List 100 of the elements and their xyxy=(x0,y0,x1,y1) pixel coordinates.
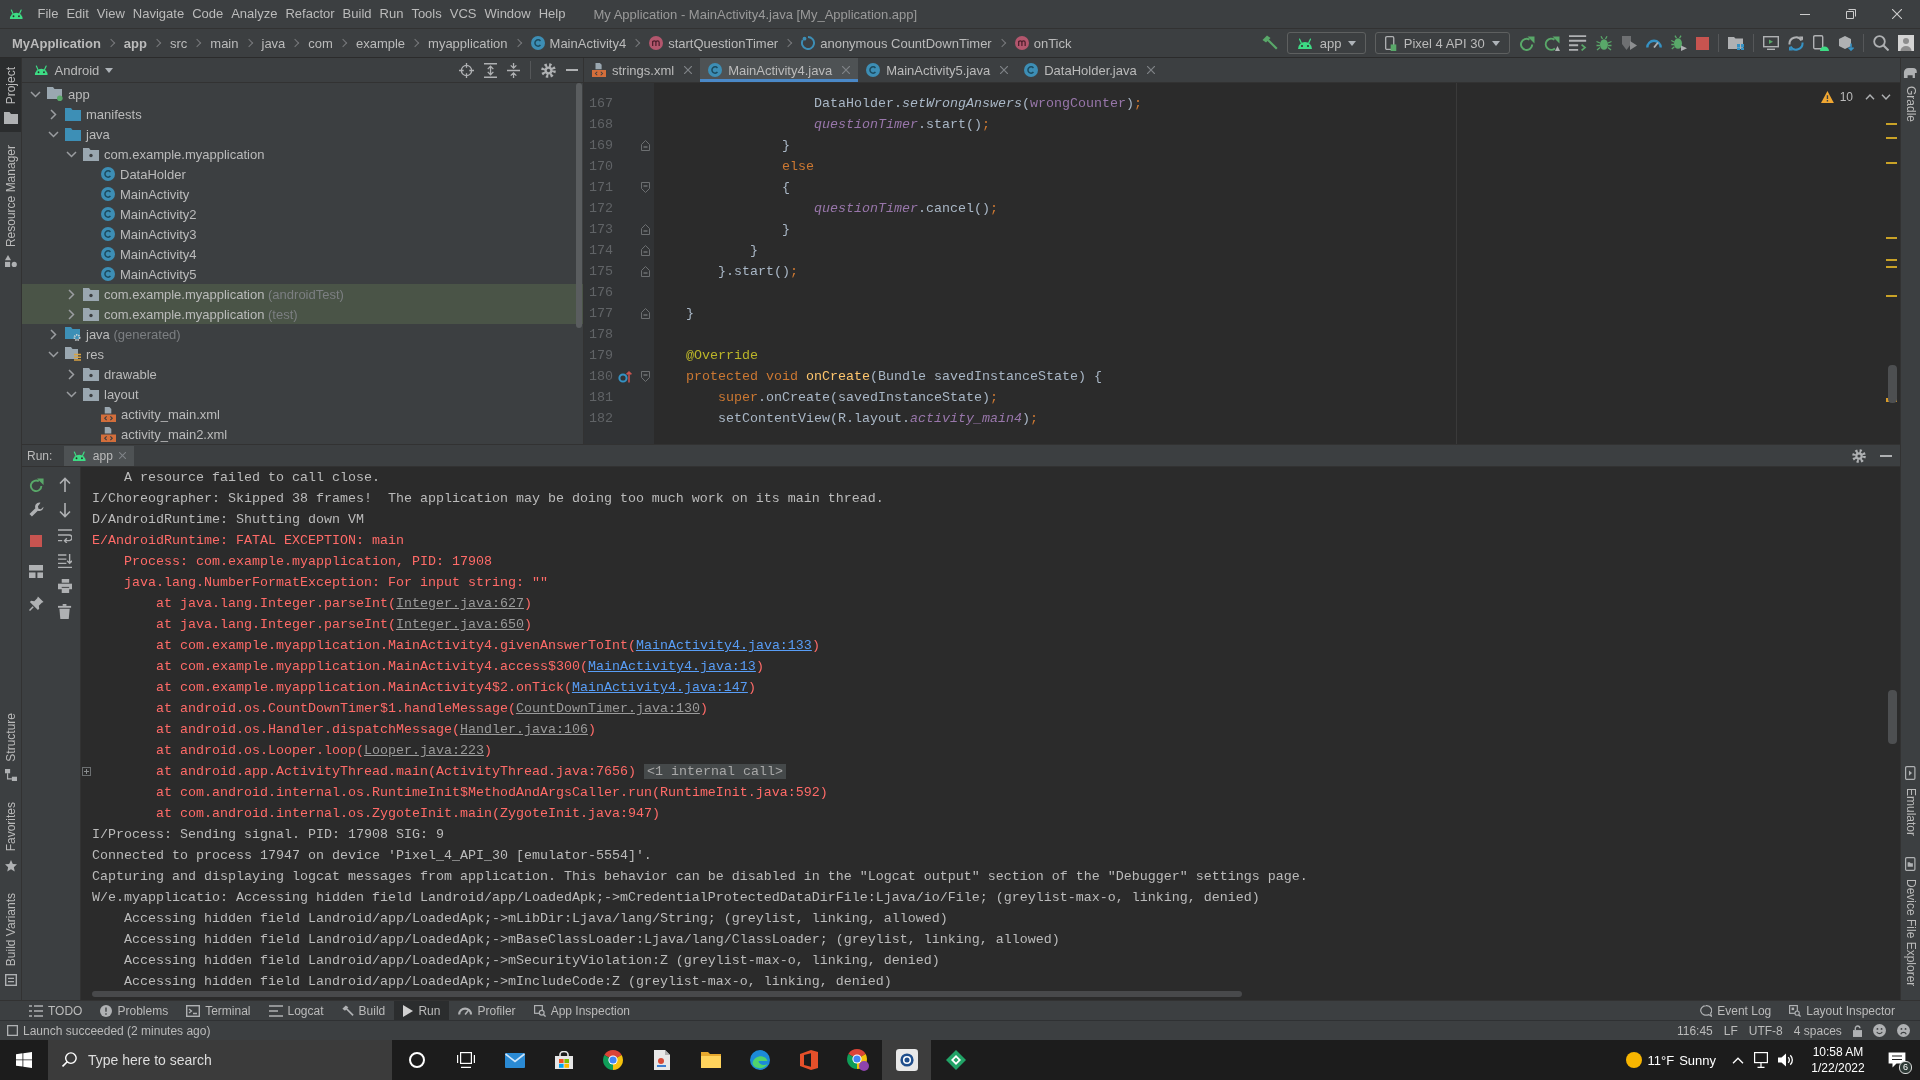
breadcrumb[interactable]: java xyxy=(259,32,288,54)
tool-window-button[interactable]: App Inspection xyxy=(524,1001,639,1020)
view-dropdown[interactable]: Android xyxy=(30,60,118,80)
fold-end-icon[interactable] xyxy=(641,245,650,256)
scrollbar-thumb[interactable] xyxy=(92,991,1242,997)
tool-window-tab[interactable]: Device File Explorer xyxy=(1901,847,1920,994)
chevron-right-icon[interactable] xyxy=(67,308,75,320)
tool-window-button[interactable]: Problems xyxy=(91,1001,178,1020)
tree-item[interactable]: manifests xyxy=(86,106,142,122)
status-widget[interactable]: 116:45 xyxy=(1676,1023,1713,1038)
fold-end-icon[interactable] xyxy=(641,266,650,277)
breadcrumb[interactable]: com xyxy=(306,32,335,54)
notification-count[interactable]: 6 xyxy=(1899,1061,1912,1074)
breadcrumb[interactable]: startQuestionTimer xyxy=(647,32,781,54)
fold-end-icon[interactable] xyxy=(641,224,650,235)
expand-all-icon[interactable] xyxy=(483,62,497,78)
tool-window-tab[interactable]: Build Variants xyxy=(0,883,21,994)
warning-count[interactable]: 10 xyxy=(1839,90,1853,104)
device-dropdown[interactable]: Pixel 4 API 30 xyxy=(1375,32,1510,54)
source-link[interactable]: Integer.java:627 xyxy=(395,596,524,611)
printer-icon[interactable] xyxy=(57,579,73,593)
breadcrumb[interactable]: main xyxy=(208,32,241,54)
gauge-icon[interactable] xyxy=(1646,38,1662,48)
tree-item[interactable]: MainActivity5 xyxy=(120,266,197,282)
close-icon[interactable] xyxy=(1146,66,1155,74)
menu-item[interactable]: VCS xyxy=(445,4,481,24)
chevron-down-icon[interactable] xyxy=(65,390,77,398)
run-configuration-dropdown[interactable]: app xyxy=(1286,32,1367,54)
menu-item[interactable]: Refactor xyxy=(281,4,339,24)
collapse-all-icon[interactable] xyxy=(506,62,520,78)
fold-end-icon[interactable] xyxy=(641,308,650,319)
source-link[interactable]: MainActivity4.java:133 xyxy=(635,638,812,653)
chevron-right-icon[interactable] xyxy=(49,108,57,120)
tool-window-button[interactable]: Layout Inspector xyxy=(1780,1001,1904,1020)
tree-item[interactable]: java xyxy=(86,126,110,142)
tool-window-tab[interactable]: Gradle xyxy=(1901,58,1920,131)
speaker-icon[interactable] xyxy=(1778,1053,1794,1067)
menu-item[interactable]: Build xyxy=(338,4,376,24)
taskbar-button[interactable] xyxy=(882,1040,931,1080)
breadcrumb[interactable]: myapplication xyxy=(426,32,510,54)
menu-item[interactable]: Analyze xyxy=(227,4,282,24)
chevron-down-icon[interactable] xyxy=(1881,94,1891,100)
search-field[interactable]: Type here to search xyxy=(48,1040,392,1080)
tree-item[interactable]: MainActivity xyxy=(120,186,190,202)
arrow-up-icon[interactable] xyxy=(59,477,71,492)
tool-window-button[interactable]: Build xyxy=(332,1001,395,1020)
override-icon[interactable] xyxy=(618,370,632,383)
chevron-down-icon[interactable] xyxy=(65,150,77,158)
crosshair-icon[interactable] xyxy=(458,62,474,78)
tree-item[interactable]: MainActivity2 xyxy=(120,206,197,222)
breadcrumb[interactable]: anonymous CountDownTimer xyxy=(799,32,994,54)
tree-item[interactable]: drawable xyxy=(104,366,157,382)
status-icon[interactable] xyxy=(7,1025,18,1036)
breadcrumb[interactable]: MyApplication xyxy=(10,32,103,54)
scrollbar-thumb[interactable] xyxy=(1888,690,1897,744)
circular-arrow-icon[interactable] xyxy=(1518,35,1535,51)
tree-item[interactable]: DataHolder xyxy=(120,166,186,182)
editor-tab[interactable]: MainActivity5.java xyxy=(858,58,1017,82)
tool-window-tab[interactable]: Project xyxy=(0,58,21,133)
breadcrumb[interactable]: src xyxy=(167,32,190,54)
chevron-right-icon[interactable] xyxy=(67,368,75,380)
close-icon[interactable] xyxy=(684,66,693,74)
source-link[interactable]: Looper.java:223 xyxy=(363,743,484,758)
menu-item[interactable]: Tools xyxy=(407,4,446,24)
editor-tab[interactable]: DataHolder.java xyxy=(1016,58,1163,82)
run-tab[interactable]: app xyxy=(64,445,134,466)
breadcrumb[interactable]: MainActivity4 xyxy=(528,32,629,54)
tool-window-tab[interactable]: Emulator xyxy=(1901,756,1920,844)
status-widget[interactable]: UTF-8 xyxy=(1748,1023,1783,1038)
fold-start-icon[interactable] xyxy=(641,371,650,382)
close-icon[interactable] xyxy=(1000,66,1009,74)
tree-item[interactable]: layout xyxy=(104,386,139,402)
menu-item[interactable]: View xyxy=(92,4,129,24)
tool-window-button[interactable]: Run xyxy=(394,1001,450,1020)
sun-icon[interactable] xyxy=(1626,1052,1643,1068)
source-link[interactable]: MainActivity4.java:13 xyxy=(587,659,756,674)
source-link[interactable]: Handler.java:106 xyxy=(459,722,588,737)
trash-icon[interactable] xyxy=(58,604,72,619)
minus-icon[interactable] xyxy=(1880,454,1892,457)
breadcrumb[interactable]: onTick xyxy=(1012,32,1074,54)
scroll-end-icon[interactable] xyxy=(57,554,73,568)
source-link[interactable]: Integer.java:650 xyxy=(395,617,524,632)
tree-item[interactable]: activity_main.xml xyxy=(121,406,220,422)
editor-tab[interactable]: strings.xml xyxy=(584,58,701,82)
bug-arrow-icon[interactable] xyxy=(1671,35,1687,51)
search-icon[interactable] xyxy=(1873,35,1889,51)
tree-item[interactable]: java (generated) xyxy=(86,326,181,342)
open-lock-icon[interactable] xyxy=(1852,1024,1862,1037)
tool-window-button[interactable]: Profiler xyxy=(449,1001,525,1020)
breadcrumb[interactable]: app xyxy=(121,32,149,54)
arrow-down-icon[interactable] xyxy=(59,503,71,518)
hammer-icon[interactable] xyxy=(1261,35,1278,51)
expand-icon[interactable] xyxy=(82,767,91,776)
wrench-icon[interactable] xyxy=(28,502,44,517)
tree-item[interactable]: app xyxy=(68,86,90,102)
breadcrumb[interactable]: example xyxy=(353,32,408,54)
tree-item[interactable]: com.example.myapplication xyxy=(104,146,265,162)
circular-arrow-icon[interactable] xyxy=(1543,35,1560,51)
menu-item[interactable]: Run xyxy=(375,4,408,24)
lines-icon[interactable] xyxy=(1568,35,1587,51)
